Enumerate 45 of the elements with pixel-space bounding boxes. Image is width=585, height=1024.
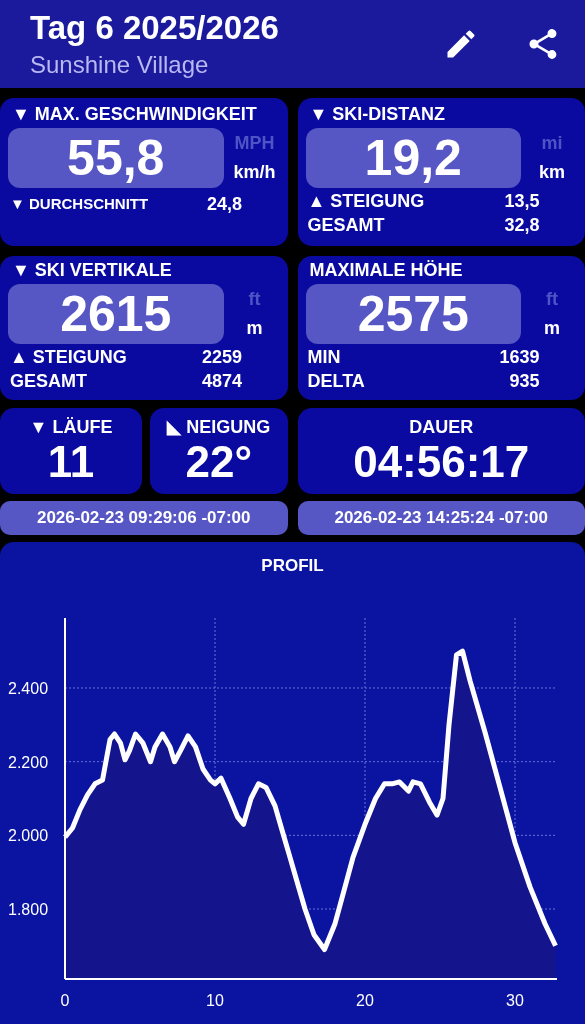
card-title: ▼ SKI-DISTANZ: [309, 104, 446, 125]
stat-value: 935: [509, 370, 540, 393]
card-title: ◣ NEIGUNG: [167, 416, 271, 438]
card-title: MAXIMALE HÖHE: [309, 260, 464, 281]
x-tick-label: 10: [206, 992, 224, 1009]
stat-value: 32,8: [504, 214, 540, 237]
value-display: 55,8: [8, 128, 224, 188]
y-tick-label: 2.000: [8, 827, 49, 845]
y-tick-label: 1.800: [8, 901, 49, 918]
card-title: DAUER: [409, 416, 474, 438]
stat-value: 11: [47, 437, 95, 486]
stat-label: GESAMT: [307, 214, 385, 237]
value-display: 19,2: [305, 128, 521, 188]
unit-option[interactable]: km: [539, 162, 565, 183]
timestamp-badge: 2026-02-23 09:29:06 -07:00: [0, 501, 288, 535]
stat-value: 24,8: [206, 193, 242, 216]
card-title: ▼ SKI VERTIKALE: [12, 260, 173, 281]
x-tick-label: 20: [356, 992, 374, 1009]
y-tick-label: 2.200: [8, 753, 49, 771]
stat-label: GESAMT: [10, 370, 87, 393]
x-tick-label: 30: [506, 992, 524, 1009]
stat-value: 2259: [201, 346, 242, 369]
y-tick-label: 2.400: [8, 680, 49, 697]
card-title: ▼ LÄUFE: [29, 416, 113, 438]
stat-label: MIN: [307, 346, 341, 369]
timestamp-badge: 2026-02-23 14:25:24 -07:00: [297, 501, 585, 535]
unit-option[interactable]: km/h: [233, 162, 276, 183]
value-display: 2615: [8, 284, 224, 344]
chart-title: PROFIL: [261, 556, 324, 576]
stat-value: 4874: [201, 370, 242, 393]
stat-value: 04:56:17: [353, 437, 530, 486]
stat-value: 13,5: [504, 190, 540, 213]
unit-option[interactable]: m: [246, 318, 263, 339]
stat-value: 22°: [185, 438, 252, 486]
stat-label: DELTA: [307, 370, 365, 393]
day-title: Tag 6 2025/2026: [30, 9, 280, 47]
resort-name: Sunshine Village: [30, 51, 210, 79]
x-tick-label: 0: [60, 992, 70, 1009]
card-title: ▼ MAX. GESCHWINDIGKEIT: [12, 104, 258, 125]
stat-value: 1639: [499, 346, 540, 369]
stat-label: ▲ STEIGUNG: [307, 190, 425, 213]
value-display: 2575: [305, 284, 521, 344]
stat-label: ▼ DURCHSCHNITT: [10, 194, 149, 214]
stat-label: ▲ STEIGUNG: [10, 346, 127, 369]
unit-option[interactable]: m: [544, 318, 560, 339]
